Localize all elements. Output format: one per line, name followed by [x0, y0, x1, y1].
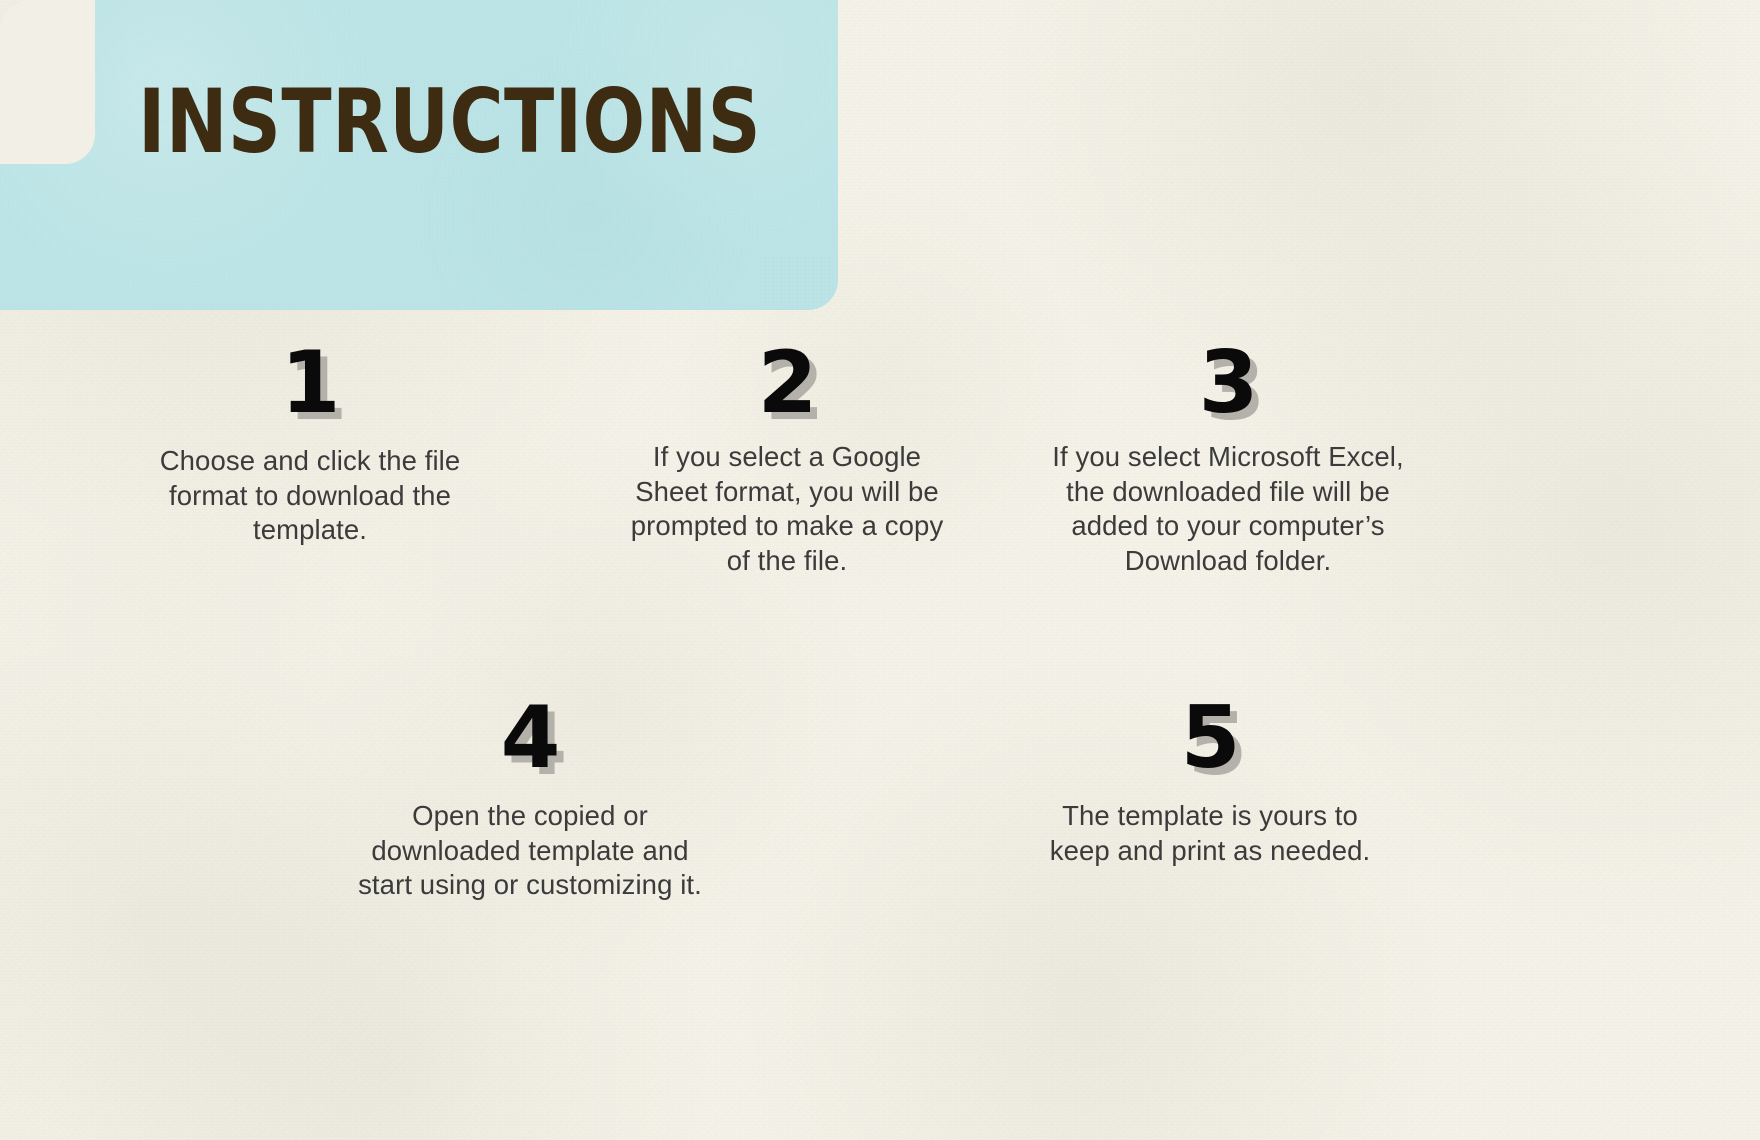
step-item-5: 5 The template is yours to keep and prin…	[1010, 695, 1410, 868]
step-text-5: The template is yours to keep and print …	[1049, 800, 1371, 866]
step-number-4: 4	[500, 688, 561, 788]
step-item-3: 3 If you select Microsoft Excel, the dow…	[1028, 340, 1428, 579]
step-text-4: Open the copied or downloaded template a…	[358, 800, 702, 901]
step-number-2: 2	[757, 333, 818, 433]
step-number-1: 1	[280, 333, 341, 433]
step-number-5: 5	[1180, 688, 1241, 788]
step-text-1: Choose and click the file format to down…	[159, 445, 461, 546]
instructions-slide: INSTRUCTIONS 1 Choose and click the file…	[0, 0, 1760, 1140]
step-item-1: 1 Choose and click the file format to do…	[110, 340, 510, 548]
step-item-4: 4 Open the copied or downloaded template…	[330, 695, 730, 903]
step-item-2: 2 If you select a Google Sheet format, y…	[587, 340, 987, 579]
steps-container: 1 Choose and click the file format to do…	[0, 0, 1760, 1140]
step-text-3: If you select Microsoft Excel, the downl…	[1052, 441, 1404, 576]
step-text-2: If you select a Google Sheet format, you…	[630, 441, 944, 576]
step-number-3: 3	[1198, 333, 1259, 433]
